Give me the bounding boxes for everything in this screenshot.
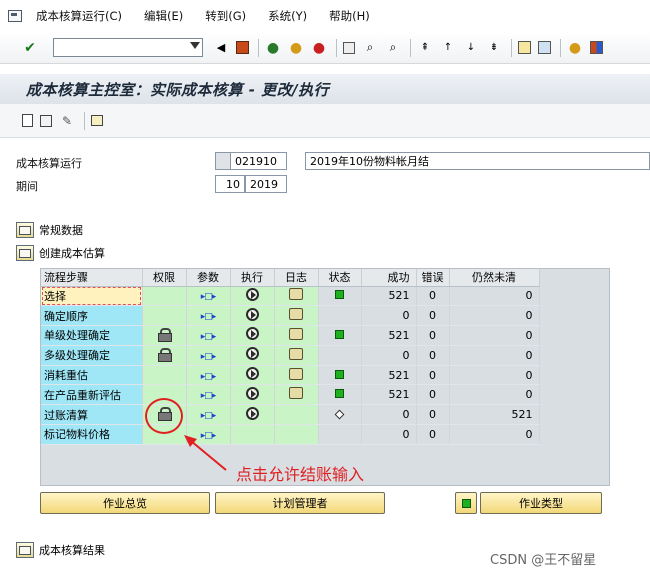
job-overview-button[interactable]: 作业总览 [40, 492, 210, 514]
section-results[interactable]: 成本核算结果 [16, 542, 105, 558]
job-type-button[interactable]: 作业类型 [480, 492, 602, 514]
section-results-label: 成本核算结果 [39, 544, 105, 557]
annotation-text: 点击允许结账输入 [236, 465, 365, 484]
folder-icon [16, 542, 34, 558]
green-status-icon [461, 498, 471, 508]
job-status-button[interactable] [455, 492, 477, 514]
annotation-arrow [184, 435, 227, 471]
plan-manager-button[interactable]: 计划管理者 [215, 492, 385, 514]
watermark: CSDN @王不留星 [490, 553, 597, 568]
